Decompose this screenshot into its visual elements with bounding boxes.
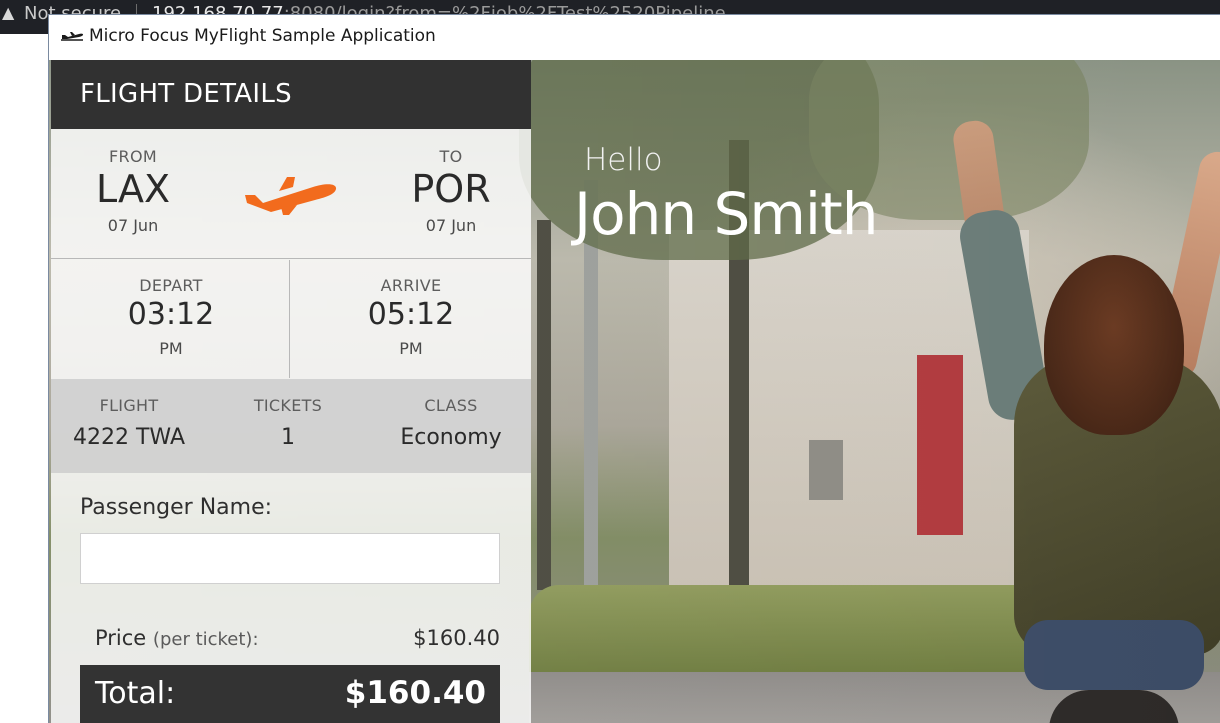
flight-info-band: FLIGHT 4222 TWA TICKETS 1 CLASS Economy: [51, 379, 531, 473]
greeting-text: Hello: [584, 142, 663, 178]
class-label: CLASS: [424, 396, 478, 415]
depart-label: DEPART: [139, 276, 203, 295]
origin-date: 07 Jun: [107, 216, 159, 235]
travel-class: CLASS Economy: [389, 396, 513, 450]
window-titlebar[interactable]: Micro Focus MyFlight Sample Application: [49, 15, 1220, 60]
destination-date: 07 Jun: [425, 216, 477, 235]
flight-details-panel: FLIGHT DETAILS FROM LAX 07 Jun TO POR 07…: [51, 60, 531, 723]
tickets-label: TICKETS: [253, 396, 323, 415]
divider: [289, 260, 290, 378]
airplane-icon: [61, 32, 84, 41]
total-bar: Total: $160.40: [80, 665, 500, 723]
arrive-time: 05:12: [367, 297, 455, 332]
route-section: FROM LAX 07 Jun TO POR 07 Jun: [51, 129, 531, 259]
ticket-count: TICKETS 1: [233, 396, 343, 450]
depart: DEPART 03:12 PM: [111, 276, 231, 358]
arrive-label: ARRIVE: [380, 276, 442, 295]
plane-icon: [245, 177, 337, 215]
flight-value: 4222 TWA: [72, 425, 186, 450]
times-section: DEPART 03:12 PM ARRIVE 05:12 PM: [51, 260, 531, 378]
window-title: Micro Focus MyFlight Sample Application: [89, 26, 436, 46]
warning-icon: ▲: [2, 3, 15, 22]
total-amount: $160.40: [344, 675, 486, 711]
tickets-value: 1: [281, 425, 295, 450]
flight-number: FLIGHT 4222 TWA: [69, 396, 189, 450]
from-label: FROM: [109, 147, 157, 166]
destination: TO POR 07 Jun: [406, 147, 496, 235]
app-window: Micro Focus MyFlight Sample Application …: [48, 14, 1220, 723]
total-label: Total:: [95, 676, 176, 711]
depart-ampm: PM: [159, 339, 183, 358]
desktop-background: [0, 34, 48, 723]
arrive-ampm: PM: [399, 339, 423, 358]
price-row: Price (per ticket): $160.40: [95, 626, 500, 656]
price-label: Price: [95, 626, 147, 650]
price-note: (per ticket):: [152, 629, 259, 650]
destination-code: POR: [411, 167, 491, 211]
arrive: ARRIVE 05:12 PM: [351, 276, 471, 358]
origin-code: LAX: [95, 167, 171, 211]
price-amount: $160.40: [413, 626, 500, 650]
depart-time: 03:12: [127, 297, 215, 332]
passenger-name-input[interactable]: [80, 533, 500, 584]
passenger-name-label: Passenger Name:: [80, 495, 273, 520]
panel-title: FLIGHT DETAILS: [51, 60, 531, 129]
flight-label: FLIGHT: [99, 396, 159, 415]
to-label: TO: [439, 147, 463, 166]
user-name: John Smith: [574, 180, 878, 248]
origin: FROM LAX 07 Jun: [89, 147, 177, 235]
class-value: Economy: [400, 425, 502, 450]
